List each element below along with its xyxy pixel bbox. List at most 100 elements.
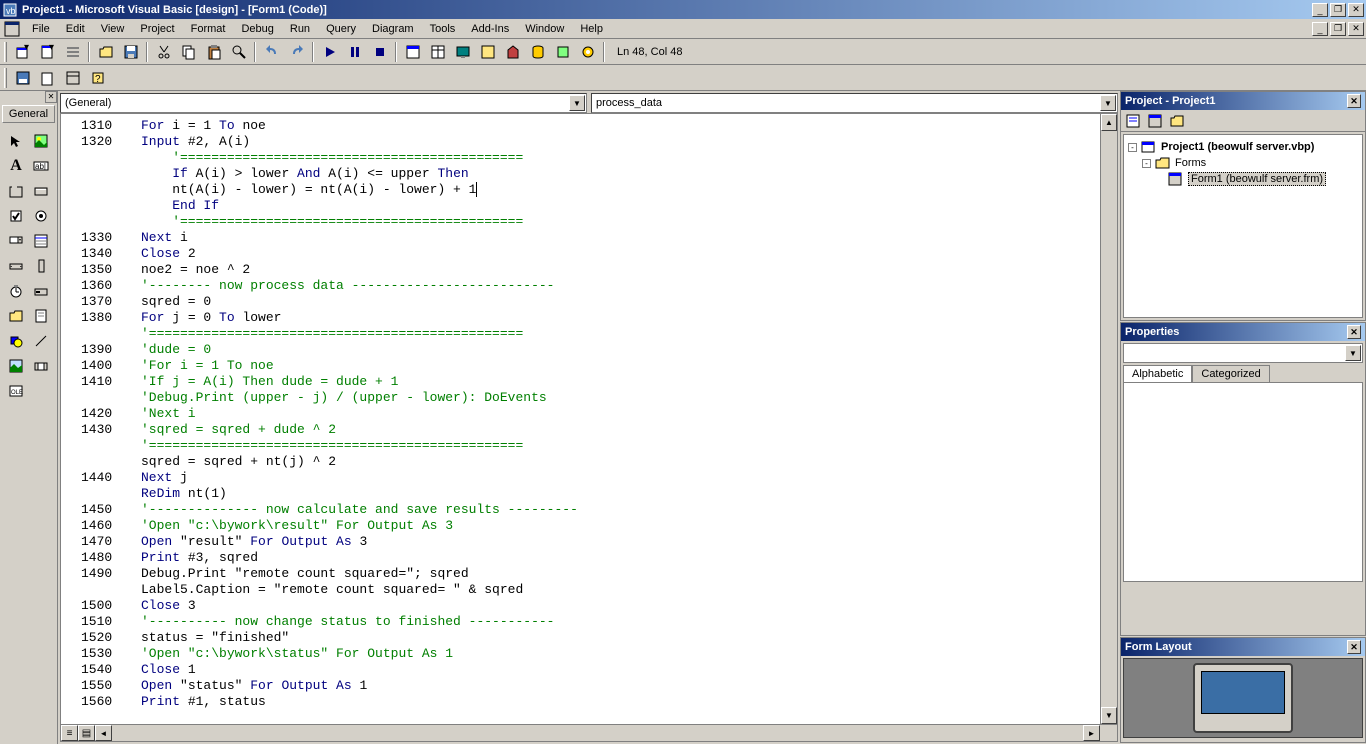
- tb2-btn4[interactable]: ?: [86, 67, 109, 89]
- drivelistbox-tool[interactable]: [29, 279, 53, 303]
- paste-button[interactable]: [202, 41, 225, 63]
- toolbox-general-tab[interactable]: General: [2, 105, 55, 123]
- tb2-btn3[interactable]: [61, 67, 84, 89]
- categorized-tab[interactable]: Categorized: [1192, 365, 1269, 382]
- alphabetic-tab[interactable]: Alphabetic: [1123, 365, 1192, 382]
- mdi-minimize-button[interactable]: _: [1312, 22, 1328, 36]
- menu-diagram[interactable]: Diagram: [364, 21, 422, 37]
- ole-tool[interactable]: OLE: [4, 379, 28, 403]
- vscrollbar-tool[interactable]: [29, 254, 53, 278]
- tree-form1-node[interactable]: Form1 (beowulf server.frm): [1128, 171, 1358, 187]
- menu-window[interactable]: Window: [517, 21, 572, 37]
- scroll-left-button[interactable]: ◄: [95, 725, 112, 741]
- project-tree[interactable]: - Project1 (beowulf server.vbp) - Forms …: [1123, 134, 1363, 318]
- vcd-button[interactable]: [576, 41, 599, 63]
- dock-close-button[interactable]: ✕: [45, 91, 57, 103]
- procedure-combo[interactable]: process_data ▼: [591, 93, 1118, 113]
- scroll-right-button[interactable]: ►: [1083, 725, 1100, 741]
- menu-format[interactable]: Format: [183, 21, 234, 37]
- shape-tool[interactable]: [4, 329, 28, 353]
- optionbutton-tool[interactable]: [29, 204, 53, 228]
- line-tool[interactable]: [29, 329, 53, 353]
- save-button[interactable]: [119, 41, 142, 63]
- start-button[interactable]: [318, 41, 341, 63]
- form-layout-body[interactable]: [1123, 658, 1363, 738]
- screen-preview[interactable]: [1201, 671, 1285, 714]
- toolbar-grip[interactable]: [4, 42, 7, 62]
- pointer-tool[interactable]: [4, 129, 28, 153]
- toggle-folders-button[interactable]: [1167, 112, 1187, 130]
- properties-list[interactable]: [1123, 382, 1363, 582]
- object-combo-arrow[interactable]: ▼: [569, 95, 585, 111]
- code-editor[interactable]: 1310For i = 1 To noe1320Input #2, A(i) '…: [60, 113, 1118, 742]
- view-object-button[interactable]: [1145, 112, 1165, 130]
- menu-debug[interactable]: Debug: [233, 21, 281, 37]
- checkbox-tool[interactable]: [4, 204, 28, 228]
- object-combo[interactable]: (General) ▼: [60, 93, 587, 113]
- toolbox-button[interactable]: [501, 41, 524, 63]
- tree-forms-folder[interactable]: - Forms: [1128, 155, 1358, 171]
- vertical-scrollbar[interactable]: ▲ ▼: [1100, 114, 1117, 724]
- break-button[interactable]: [343, 41, 366, 63]
- data-view-button[interactable]: [526, 41, 549, 63]
- properties-panel-close[interactable]: ✕: [1347, 325, 1361, 339]
- cut-button[interactable]: [152, 41, 175, 63]
- view-code-button[interactable]: [1123, 112, 1143, 130]
- tb2-btn1[interactable]: [11, 67, 34, 89]
- object-browser-button[interactable]: [476, 41, 499, 63]
- label-tool[interactable]: A: [4, 154, 28, 178]
- dirlistbox-tool[interactable]: [4, 304, 28, 328]
- copy-button[interactable]: [177, 41, 200, 63]
- commandbutton-tool[interactable]: [29, 179, 53, 203]
- toolbar2-grip[interactable]: [4, 68, 7, 88]
- properties-object-combo[interactable]: ▼: [1123, 343, 1363, 363]
- scroll-up-button[interactable]: ▲: [1101, 114, 1117, 131]
- procedure-combo-arrow[interactable]: ▼: [1100, 95, 1116, 111]
- menu-edit[interactable]: Edit: [58, 21, 93, 37]
- data-tool[interactable]: [29, 354, 53, 378]
- project-explorer-button[interactable]: [401, 41, 424, 63]
- prop-combo-arrow[interactable]: ▼: [1345, 345, 1361, 361]
- menu-file[interactable]: File: [24, 21, 58, 37]
- find-button[interactable]: [227, 41, 250, 63]
- form-layout-close[interactable]: ✕: [1347, 640, 1361, 654]
- menu-editor-button[interactable]: [61, 41, 84, 63]
- image-tool[interactable]: [4, 354, 28, 378]
- menu-tools[interactable]: Tools: [422, 21, 464, 37]
- frame-tool[interactable]: [4, 179, 28, 203]
- horizontal-scrollbar[interactable]: ≡ ▤ ◄ ►: [61, 724, 1117, 741]
- view-full-button[interactable]: ▤: [78, 725, 95, 741]
- menu-addins[interactable]: Add-Ins: [463, 21, 517, 37]
- mdi-close-button[interactable]: ✕: [1348, 22, 1364, 36]
- tree-expand-icon[interactable]: -: [1142, 159, 1151, 168]
- restore-button[interactable]: ❐: [1330, 3, 1346, 17]
- end-button[interactable]: [368, 41, 391, 63]
- textbox-tool[interactable]: ab|: [29, 154, 53, 178]
- menu-run[interactable]: Run: [282, 21, 318, 37]
- form-layout-button[interactable]: [451, 41, 474, 63]
- menu-project[interactable]: Project: [132, 21, 182, 37]
- combobox-tool[interactable]: [4, 229, 28, 253]
- mdi-restore-button[interactable]: ❐: [1330, 22, 1346, 36]
- undo-button[interactable]: [260, 41, 283, 63]
- tb2-btn2[interactable]: [36, 67, 59, 89]
- redo-button[interactable]: [285, 41, 308, 63]
- project-panel-close[interactable]: ✕: [1347, 94, 1361, 108]
- menu-query[interactable]: Query: [318, 21, 364, 37]
- properties-button[interactable]: [426, 41, 449, 63]
- listbox-tool[interactable]: [29, 229, 53, 253]
- add-project-button[interactable]: ▾: [11, 41, 34, 63]
- view-proc-button[interactable]: ≡: [61, 725, 78, 741]
- close-button[interactable]: ✕: [1348, 3, 1364, 17]
- minimize-button[interactable]: _: [1312, 3, 1328, 17]
- hscrollbar-tool[interactable]: [4, 254, 28, 278]
- scroll-down-button[interactable]: ▼: [1101, 707, 1117, 724]
- timer-tool[interactable]: [4, 279, 28, 303]
- filelistbox-tool[interactable]: [29, 304, 53, 328]
- menu-help[interactable]: Help: [572, 21, 611, 37]
- tree-project-node[interactable]: - Project1 (beowulf server.vbp): [1128, 139, 1358, 155]
- add-form-button[interactable]: ▾: [36, 41, 59, 63]
- open-button[interactable]: [94, 41, 117, 63]
- menu-view[interactable]: View: [93, 21, 133, 37]
- tree-expand-icon[interactable]: -: [1128, 143, 1137, 152]
